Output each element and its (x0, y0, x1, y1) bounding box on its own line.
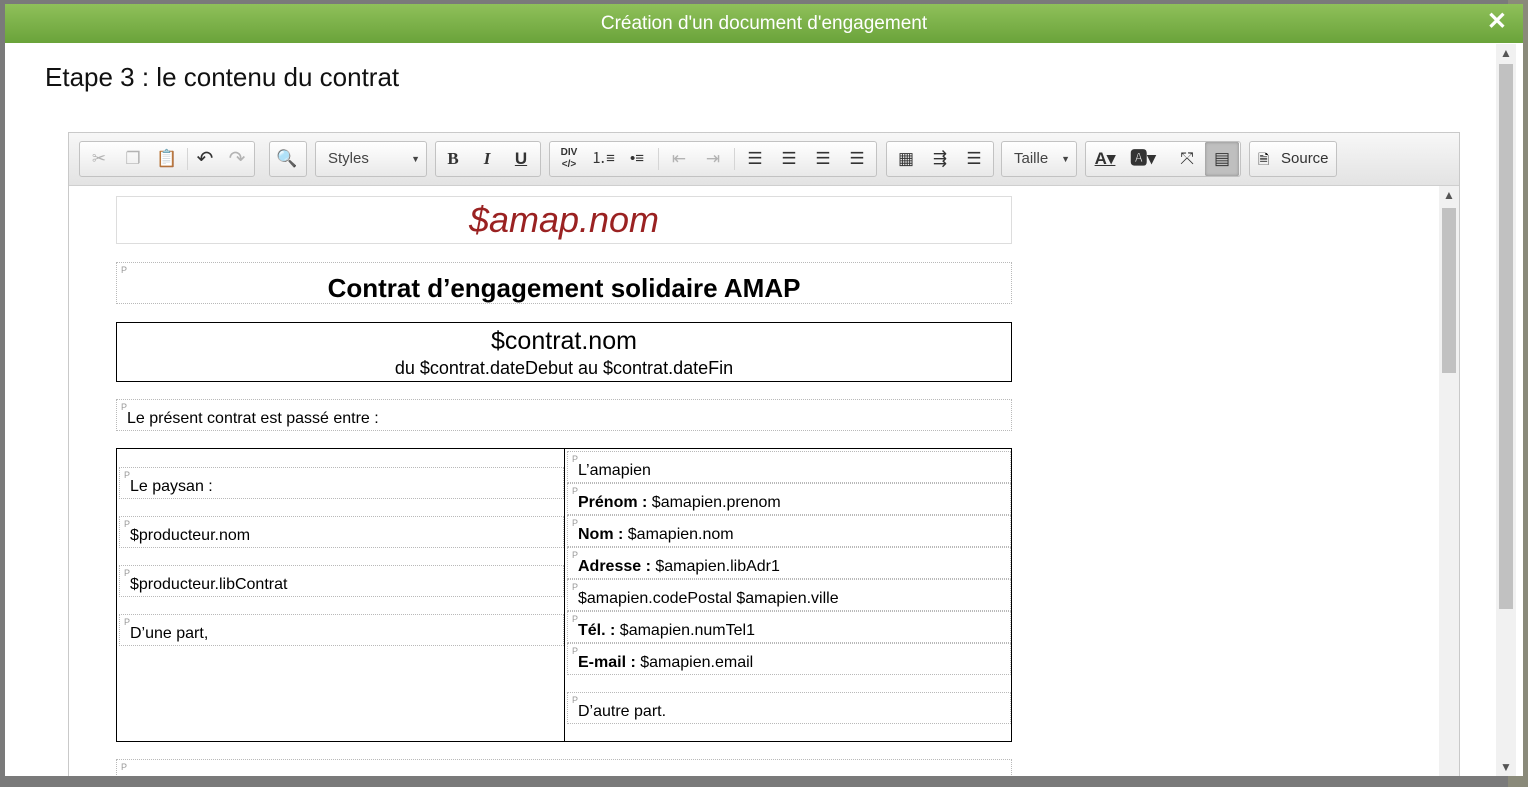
editor-scrollbar[interactable]: ▲ (1439, 186, 1459, 776)
show-blocks-icon[interactable]: ⇶ (923, 142, 957, 176)
close-icon[interactable]: ✕ (1487, 4, 1507, 40)
numbered-list-icon[interactable]: ⒈≡ (586, 142, 620, 176)
paysan-label: Le paysan : (130, 478, 213, 495)
styles-label: Styles (328, 150, 369, 167)
intro-block: P Le présent contrat est passé entre : (116, 399, 1012, 431)
dialog-titlebar: Création d'un document d'engagement ✕ (5, 4, 1523, 43)
right-cell-header: P L’amapien (567, 451, 1011, 483)
contract-name-box: $contrat.nom du $contrat.dateDebut au $c… (116, 322, 1012, 382)
right-cell-adresse: P Adresse : $amapien.libAdr1 (567, 547, 1011, 579)
tel-value: $amapien.numTel1 (615, 622, 755, 639)
redo-icon[interactable]: ↷ (220, 142, 254, 176)
editor-toolbar: ✂ ❐ 📋 ↶ ↷ 🔍 Styles ▼ B I U DIV </> ⒈≡ •≡… (69, 133, 1459, 186)
styles-dropdown[interactable]: Styles ▼ (315, 141, 427, 177)
indent-icon[interactable]: ⇥ (696, 142, 730, 176)
autre-part-text: D’autre part. (578, 703, 667, 720)
contract-heading-block: P Contrat d’engagement solidaire AMAP (116, 262, 1012, 304)
horizontal-rule-icon[interactable]: ☰ (957, 142, 991, 176)
scroll-down-icon[interactable]: ▼ (1496, 758, 1516, 776)
size-label: Taille (1014, 150, 1049, 167)
right-cell-nom: P Nom : $amapien.nom (567, 515, 1011, 547)
producteur-nom: $producteur.nom (130, 527, 251, 544)
justify-icon[interactable]: ☰ (840, 142, 874, 176)
right-cell-ville: P $amapien.codePostal $amapien.ville (567, 579, 1011, 611)
outdent-icon[interactable]: ⇤ (662, 142, 696, 176)
bulleted-list-icon[interactable]: •≡ (620, 142, 654, 176)
nom-value: $amapien.nom (623, 526, 734, 543)
email-value: $amapien.email (635, 654, 754, 671)
parties-table: P Le paysan : P $producteur.nom P $produ… (116, 448, 1012, 742)
editor-scroll-thumb[interactable] (1442, 208, 1456, 373)
editor-content[interactable]: $amap.nom P Contrat d’engagement solidai… (69, 186, 1439, 776)
dialog-scrollbar[interactable]: ▲ ▼ (1496, 44, 1516, 776)
nom-label: Nom : (578, 526, 624, 543)
insert-group: ▦ ⇶ ☰ (886, 141, 994, 177)
basic-styles-group: B I U (435, 141, 541, 177)
contract-dates: du $contrat.dateDebut au $contrat.dateFi… (394, 358, 734, 378)
une-part-text: D’une part, (130, 625, 209, 642)
chevron-down-icon: ▼ (411, 154, 420, 164)
amapien-header: L’amapien (578, 462, 651, 479)
paragraph-group: DIV </> ⒈≡ •≡ ⇤ ⇥ ☰ ☰ ☰ ☰ (549, 141, 877, 177)
right-cell-autre-part: P D’autre part. (567, 692, 1011, 724)
bold-icon[interactable]: B (436, 142, 470, 176)
left-cell-une-part: P D’une part, (119, 614, 564, 646)
contract-name: $contrat.nom (491, 327, 637, 355)
italic-icon[interactable]: I (470, 142, 504, 176)
background-color-icon[interactable]: 🅰▾ (1126, 142, 1160, 176)
undo-icon[interactable]: ↶ (188, 142, 222, 176)
right-cell-tel: P Tél. : $amapien.numTel1 (567, 611, 1011, 643)
left-cell-producteur-libcontrat: P $producteur.libContrat (119, 565, 564, 597)
amap-name-block: $amap.nom (116, 196, 1012, 244)
right-cell-prenom: P Prénom : $amapien.prenom (567, 483, 1011, 515)
paragraph-marker: P (121, 402, 128, 412)
step-title: Etape 3 : le contenu du contrat (45, 62, 400, 92)
source-button[interactable]: 🗎 Source (1249, 141, 1337, 177)
prenom-value: $amapien.prenom (647, 494, 781, 511)
email-label: E-mail : (578, 654, 636, 671)
article-block: P Article 1 : Objet du contrat (116, 759, 1012, 776)
producteur-libcontrat: $producteur.libContrat (130, 576, 288, 593)
scroll-up-icon[interactable]: ▲ (1439, 186, 1459, 204)
colors-tools-group: A▾ 🅰▾ ⤧ ▤ (1085, 141, 1241, 177)
adresse-label: Adresse : (578, 558, 651, 575)
maximize-icon[interactable]: ⤧ (1170, 142, 1204, 176)
align-left-icon[interactable]: ☰ (738, 142, 772, 176)
intro-text: Le présent contrat est passé entre : (127, 410, 379, 427)
align-right-icon[interactable]: ☰ (806, 142, 840, 176)
modal-dialog: Création d'un document d'engagement ✕ Et… (5, 4, 1523, 776)
show-borders-icon[interactable]: ▤ (1205, 142, 1239, 176)
amap-name: $amap.nom (468, 199, 660, 240)
align-center-icon[interactable]: ☰ (772, 142, 806, 176)
left-cell-producteur-nom: P $producteur.nom (119, 516, 564, 548)
text-color-icon[interactable]: A▾ (1088, 142, 1122, 176)
find-group: 🔍 (269, 141, 307, 177)
prenom-label: Prénom : (578, 494, 648, 511)
size-dropdown[interactable]: Taille ▼ (1001, 141, 1077, 177)
dialog-title: Création d'un document d'engagement (600, 13, 928, 34)
clipboard-group: ✂ ❐ 📋 ↶ ↷ (79, 141, 255, 177)
right-cell-email: P E-mail : $amapien.email (567, 643, 1011, 675)
copy-icon[interactable]: ❐ (116, 142, 150, 176)
tel-label: Tél. : (578, 622, 616, 639)
paste-icon[interactable]: 📋 (150, 142, 184, 176)
cut-icon[interactable]: ✂ (82, 142, 116, 176)
table-icon[interactable]: ▦ (889, 142, 923, 176)
div-icon[interactable]: DIV </> (552, 142, 586, 176)
chevron-down-icon: ▼ (1061, 154, 1070, 164)
underline-icon[interactable]: U (504, 142, 538, 176)
rich-text-editor: ✂ ❐ 📋 ↶ ↷ 🔍 Styles ▼ B I U DIV </> ⒈≡ •≡… (68, 132, 1460, 776)
source-icon: 🗎 (1258, 151, 1270, 167)
ville-value: $amapien.codePostal $amapien.ville (578, 590, 839, 607)
source-label: Source (1281, 150, 1329, 167)
scroll-up-icon[interactable]: ▲ (1496, 44, 1516, 62)
adresse-value: $amapien.libAdr1 (650, 558, 780, 575)
paragraph-marker: P (121, 762, 128, 772)
contract-heading: Contrat d’engagement solidaire AMAP (327, 273, 801, 303)
dialog-scroll-thumb[interactable] (1499, 64, 1513, 609)
article-heading: Article 1 : Objet du contrat (117, 760, 1011, 776)
paragraph-marker: P (121, 265, 128, 275)
find-icon[interactable]: 🔍 (270, 142, 304, 176)
left-cell-paysan: P Le paysan : (119, 467, 564, 499)
